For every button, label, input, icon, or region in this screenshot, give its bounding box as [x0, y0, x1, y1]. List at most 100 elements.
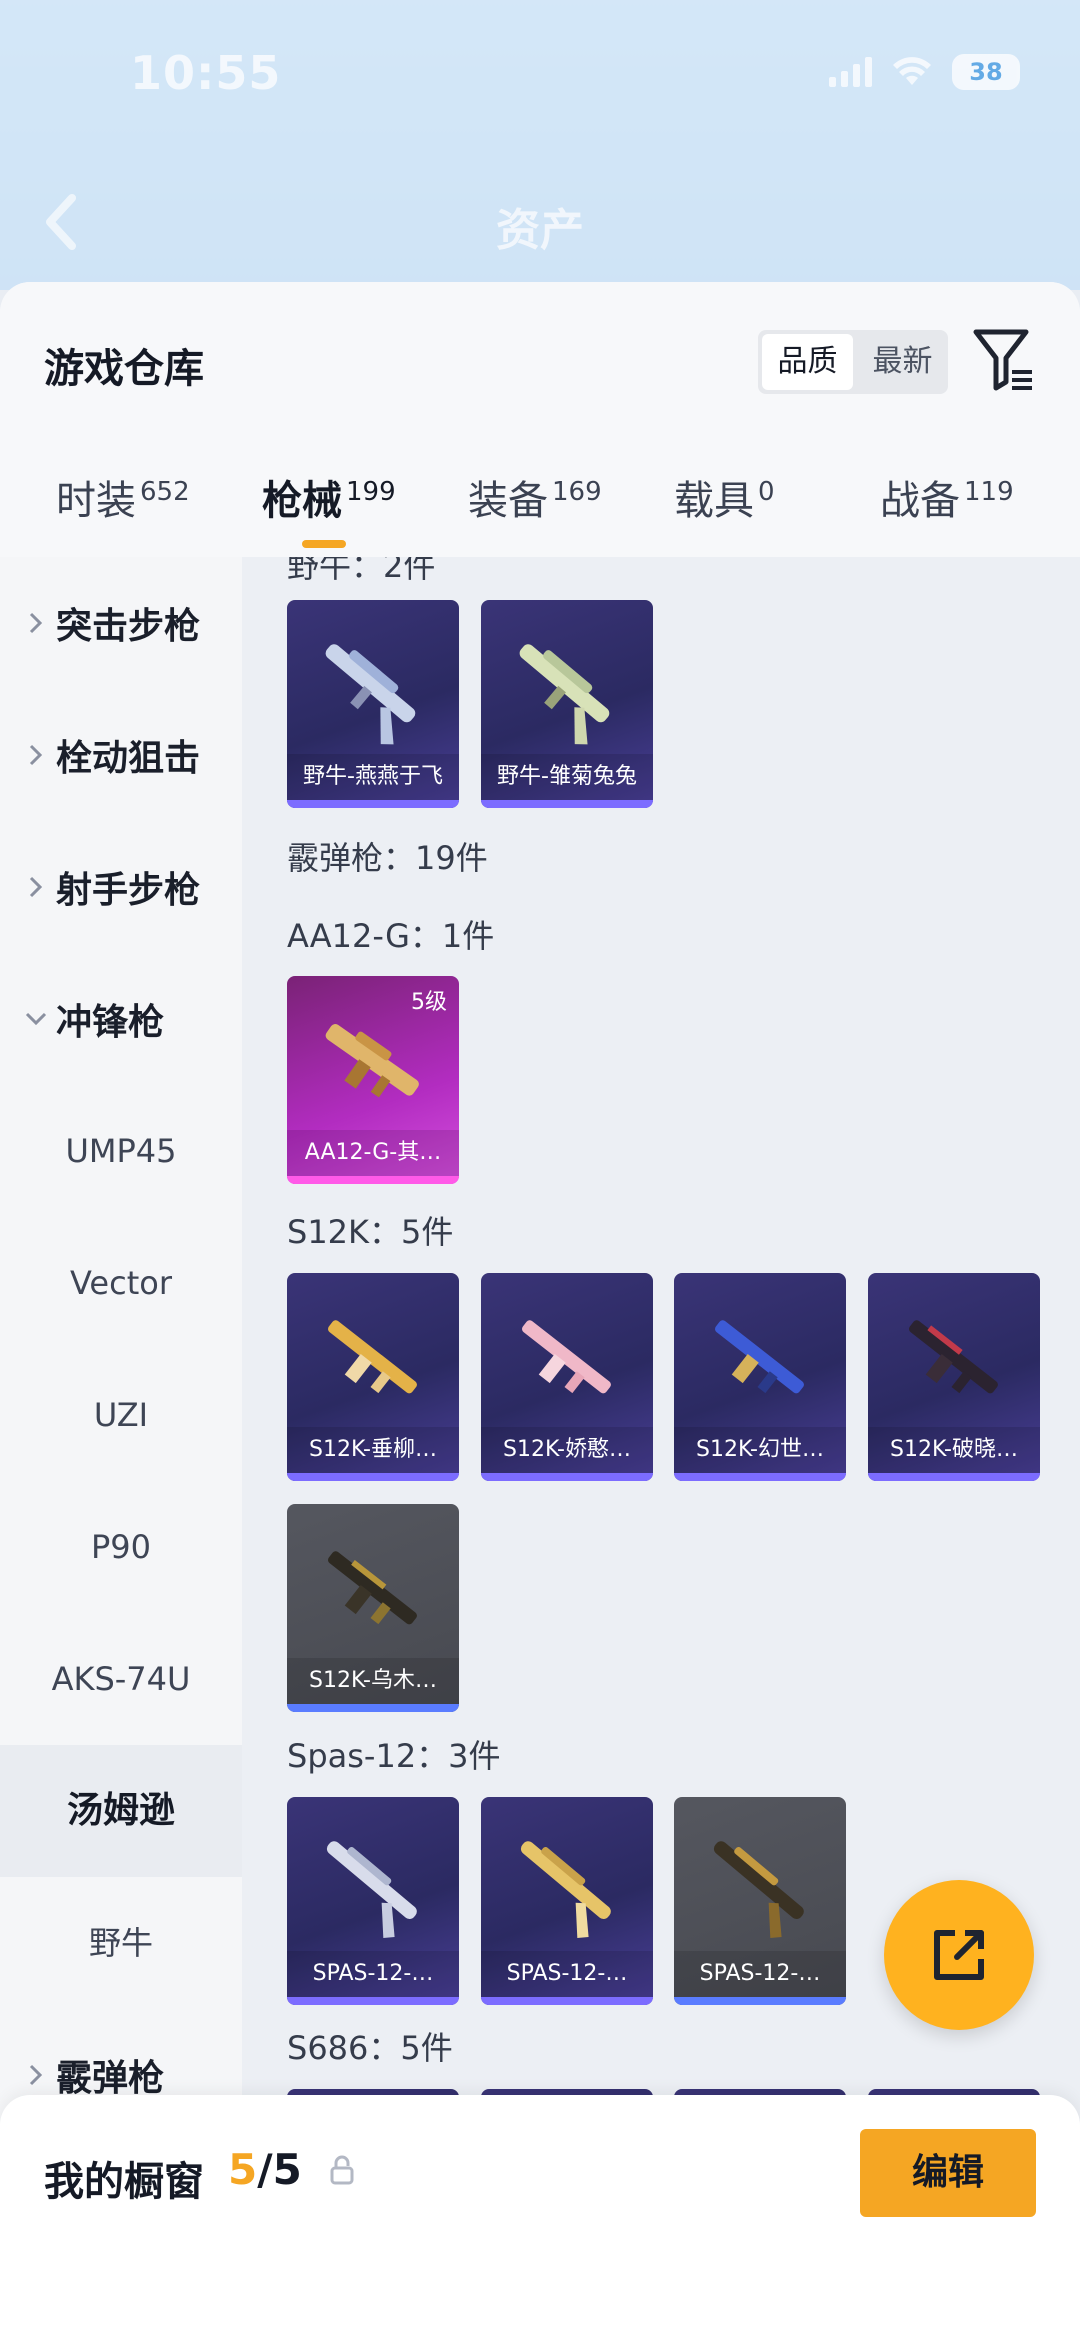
chevron-right-icon	[29, 612, 43, 634]
chevron-right-icon	[29, 2064, 43, 2086]
tab-label: 载具	[674, 478, 754, 524]
weapon-card[interactable]: S12K-乌木…	[287, 1504, 459, 1712]
edit-button[interactable]: 编辑	[860, 2129, 1036, 2217]
rarity-bar	[674, 1473, 846, 1481]
tab-guns[interactable]: 枪械 199	[262, 468, 396, 548]
weapon-card[interactable]: S12K-娇憨…	[481, 1273, 653, 1481]
rarity-bar	[287, 1704, 459, 1712]
group-header: S686：5件	[287, 2029, 453, 2067]
weapon-grid: 野牛：2件 野牛-燕燕于飞 野牛-雏菊兔兔 霰弹枪：19件 AA12-G：1件 …	[242, 557, 1080, 2341]
showcase-max: 5	[272, 2145, 302, 2194]
nav-category-marksman-rifle[interactable]: 射手步枪	[0, 821, 242, 953]
tab-label: 枪械	[262, 478, 342, 524]
weapon-name: S12K-破晓…	[868, 1427, 1040, 1473]
nav-category-assault-rifle[interactable]: 突击步枪	[0, 557, 242, 689]
nav-sub-bizon[interactable]: 野牛	[0, 1877, 242, 2009]
app-header: 10:55 38 资产	[0, 0, 1080, 290]
rarity-bar	[868, 1473, 1040, 1481]
group-header: S12K：5件	[287, 1213, 454, 1251]
rarity-bar	[674, 1997, 846, 2005]
nav-sub-thompson[interactable]: 汤姆逊	[0, 1745, 242, 1877]
chevron-right-icon	[29, 876, 43, 898]
chevron-down-icon	[25, 1012, 47, 1026]
tab-count: 652	[140, 477, 190, 507]
weapon-name: 野牛-雏菊兔兔	[481, 754, 653, 800]
nav-sub-aks74u[interactable]: AKS-74U	[0, 1613, 242, 1745]
weapon-name: S12K-娇憨…	[481, 1427, 653, 1473]
group-header: Spas-12：3件	[287, 1737, 501, 1775]
showcase-label: 我的橱窗	[44, 2159, 204, 2205]
tab-label: 战备	[880, 478, 960, 524]
weapon-card[interactable]: S12K-破晓…	[868, 1273, 1040, 1481]
weapon-name: S12K-垂柳…	[287, 1427, 459, 1473]
tab-label: 装备	[468, 478, 548, 524]
nav-category-label: 射手步枪	[56, 870, 201, 911]
nav-category-label: 冲锋枪	[56, 1002, 165, 1043]
weapon-card[interactable]: 野牛-燕燕于飞	[287, 600, 459, 808]
rarity-bar	[287, 1473, 459, 1481]
weapon-category-nav: 突击步枪 栓动狙击 射手步枪 冲锋枪 UMP45 Vector UZI P90 …	[0, 557, 242, 2341]
battery-indicator: 38	[952, 54, 1020, 90]
active-tab-indicator	[302, 540, 346, 548]
group-header: AA12-G：1件	[287, 917, 495, 955]
showcase-bar: 我的橱窗 5/5 编辑	[0, 2095, 1080, 2341]
tab-count: 199	[346, 477, 396, 507]
tab-fashion[interactable]: 时装 652	[56, 468, 190, 548]
weapon-name: 野牛-燕燕于飞	[287, 754, 459, 800]
share-button[interactable]	[884, 1880, 1034, 2030]
nav-category-smg[interactable]: 冲锋枪	[0, 953, 242, 1085]
weapon-name: AA12-G-其…	[287, 1130, 459, 1176]
shotgun-icon	[325, 644, 416, 745]
warehouse-sheet: 游戏仓库 品质 最新 时装 652 枪械 199 装备 169 载具 0 战备 …	[0, 282, 1080, 2341]
showcase-count: 5/5	[228, 2145, 302, 2194]
lock-icon	[330, 2155, 354, 2185]
nav-sub-uzi[interactable]: UZI	[0, 1349, 242, 1481]
rarity-bar	[481, 800, 653, 808]
rarity-bar	[287, 1176, 459, 1184]
page-title: 资产	[496, 205, 584, 256]
shotgun-icon	[328, 1551, 417, 1625]
weapon-card[interactable]: S12K-垂柳…	[287, 1273, 459, 1481]
tab-equipment[interactable]: 装备 169	[468, 468, 602, 548]
nav-category-bolt-sniper[interactable]: 栓动狙击	[0, 689, 242, 821]
nav-category-label: 突击步枪	[56, 606, 201, 647]
sort-toggle: 品质 最新	[758, 330, 948, 394]
chevron-right-icon	[29, 744, 43, 766]
tab-vehicles[interactable]: 载具 0	[674, 468, 775, 548]
tab-count: 0	[758, 477, 775, 507]
section-header: 霰弹枪：19件	[287, 839, 488, 877]
group-header: 野牛：2件	[287, 557, 436, 585]
shotgun-icon	[713, 1841, 804, 1939]
nav-sub-vector[interactable]: Vector	[0, 1217, 242, 1349]
sheet-header: 游戏仓库 品质 最新 时装 652 枪械 199 装备 169 载具 0 战备 …	[0, 282, 1080, 557]
weapon-card[interactable]: 野牛-雏菊兔兔	[481, 600, 653, 808]
nav-category-label: 栓动狙击	[56, 738, 201, 779]
status-icons: 38	[829, 54, 1020, 90]
tab-combat-gear[interactable]: 战备 119	[880, 468, 1014, 548]
shotgun-icon	[328, 1320, 417, 1394]
weapon-name: SPAS-12-…	[481, 1951, 653, 1997]
weapon-card[interactable]: S12K-幻世…	[674, 1273, 846, 1481]
rarity-bar	[287, 1997, 459, 2005]
filter-icon[interactable]	[972, 326, 1036, 394]
sort-option-quality[interactable]: 品质	[762, 334, 853, 390]
shotgun-icon	[325, 1024, 419, 1098]
weapon-card[interactable]: 5级 AA12-G-其…	[287, 976, 459, 1184]
nav-sub-ump45[interactable]: UMP45	[0, 1085, 242, 1217]
nav-category-label: 霰弹枪	[56, 2058, 165, 2099]
weapon-name: S12K-幻世…	[674, 1427, 846, 1473]
rarity-bar	[481, 1997, 653, 2005]
rarity-bar	[481, 1473, 653, 1481]
category-tabs: 时装 652 枪械 199 装备 169 载具 0 战备 119	[0, 468, 1080, 548]
shotgun-icon	[909, 1320, 998, 1394]
weapon-name: SPAS-12-…	[287, 1951, 459, 1997]
weapon-card[interactable]: SPAS-12-…	[287, 1797, 459, 2005]
weapon-card[interactable]: SPAS-12-…	[481, 1797, 653, 2005]
sort-option-newest[interactable]: 最新	[857, 330, 948, 394]
shotgun-icon	[519, 644, 610, 745]
weapon-name: SPAS-12-…	[674, 1951, 846, 1997]
nav-sub-p90[interactable]: P90	[0, 1481, 242, 1613]
showcase-current: 5	[228, 2145, 258, 2194]
weapon-card[interactable]: SPAS-12-…	[674, 1797, 846, 2005]
rarity-bar	[287, 800, 459, 808]
